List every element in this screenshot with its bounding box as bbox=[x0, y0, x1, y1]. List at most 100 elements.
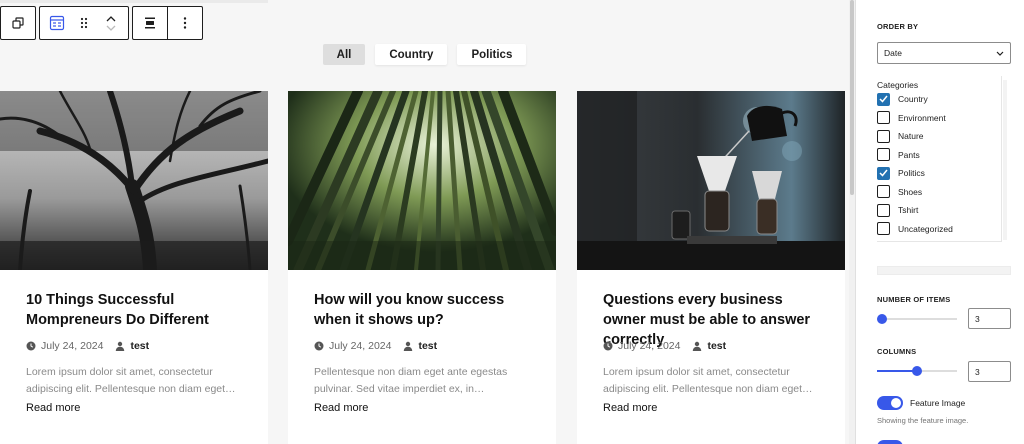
slider-thumb[interactable] bbox=[877, 314, 887, 324]
block-toolbar bbox=[0, 6, 203, 40]
check-icon bbox=[879, 95, 888, 103]
slider-fill bbox=[877, 370, 917, 372]
order-by-select[interactable]: Date bbox=[877, 42, 1011, 64]
chevron-up-icon bbox=[106, 15, 116, 21]
number-of-items-slider[interactable] bbox=[877, 311, 957, 327]
more-options-button[interactable] bbox=[168, 7, 202, 39]
toolbar-group-parent bbox=[0, 6, 36, 40]
tree-photo bbox=[0, 91, 268, 270]
feature-image-toggle[interactable] bbox=[877, 396, 903, 410]
post-title[interactable]: Questions every business owner must be a… bbox=[603, 290, 819, 348]
feature-image-help: Showing the feature image. bbox=[877, 416, 969, 425]
checkbox[interactable] bbox=[877, 203, 890, 217]
filter-all[interactable]: All bbox=[322, 44, 366, 65]
slider-track bbox=[877, 318, 957, 320]
toolbar-group-block bbox=[39, 6, 129, 40]
post-feature-image[interactable] bbox=[288, 91, 556, 270]
columns-label: COLUMNS bbox=[877, 347, 917, 356]
user-icon bbox=[404, 341, 413, 351]
checkbox[interactable] bbox=[877, 166, 890, 180]
post-excerpt: Lorem ipsum dolor sit amet, consectetur … bbox=[26, 366, 236, 395]
post-title[interactable]: 10 Things Successful Mompreneurs Do Diff… bbox=[26, 290, 242, 330]
order-by-value: Date bbox=[884, 48, 902, 58]
block-type-button[interactable] bbox=[40, 7, 74, 39]
post-excerpt: Pellentesque non diam eget ante egestas … bbox=[314, 366, 508, 395]
post-date: July 24, 2024 bbox=[41, 340, 104, 352]
post-feature-image[interactable] bbox=[0, 91, 268, 270]
chevron-down-icon bbox=[106, 25, 116, 31]
post-meta: July 24, 2024 test bbox=[603, 340, 819, 352]
number-of-items-label: NUMBER OF ITEMS bbox=[877, 295, 951, 304]
canvas-top-edge bbox=[0, 0, 268, 3]
post-card: How will you know success when it shows … bbox=[288, 91, 556, 444]
post-date: July 24, 2024 bbox=[329, 340, 392, 352]
category-label: Pants bbox=[898, 149, 920, 160]
slider-thumb[interactable] bbox=[912, 366, 922, 376]
post-card: Questions every business owner must be a… bbox=[577, 91, 845, 444]
category-label: Country bbox=[898, 94, 928, 105]
category-checkbox-country[interactable]: Country bbox=[877, 90, 1001, 109]
category-checkbox-nature[interactable]: Nature bbox=[877, 127, 1001, 146]
categories-label: Categories bbox=[877, 80, 919, 90]
post-author[interactable]: test bbox=[130, 340, 149, 352]
clock-icon bbox=[603, 341, 613, 351]
post-card: 10 Things Successful Mompreneurs Do Diff… bbox=[0, 91, 268, 444]
toggle-knob bbox=[891, 398, 901, 408]
select-parent-button[interactable] bbox=[1, 7, 35, 39]
number-of-items-input[interactable]: 3 bbox=[968, 308, 1011, 329]
order-by-label: ORDER BY bbox=[877, 22, 919, 31]
coffee-bar-photo bbox=[577, 91, 845, 270]
category-label: Uncategorized bbox=[898, 223, 953, 234]
post-meta: July 24, 2024 test bbox=[26, 340, 242, 352]
editor-canvas: All Country Politics 10 Things Successfu… bbox=[0, 0, 849, 444]
user-icon bbox=[693, 341, 702, 351]
category-checkbox-pants[interactable]: Pants bbox=[877, 146, 1001, 165]
read-more-link[interactable]: Read more bbox=[314, 402, 368, 414]
user-icon bbox=[116, 341, 125, 351]
post-author[interactable]: test bbox=[707, 340, 726, 352]
category-checkbox-shoes[interactable]: Shoes bbox=[877, 183, 1001, 202]
next-toggle[interactable] bbox=[877, 440, 903, 444]
post-excerpt: Lorem ipsum dolor sit amet, consectetur … bbox=[603, 366, 813, 395]
categories-scrollbar[interactable] bbox=[1003, 80, 1007, 240]
post-author[interactable]: test bbox=[418, 340, 437, 352]
checkbox[interactable] bbox=[877, 111, 890, 125]
category-label: Environment bbox=[898, 112, 946, 123]
category-checkbox-tshirt[interactable]: Tshirt bbox=[877, 201, 1001, 220]
checkbox[interactable] bbox=[877, 148, 890, 162]
post-meta: July 24, 2024 test bbox=[314, 340, 530, 352]
categories-list: Categories Country Environment Nature Pa… bbox=[877, 76, 1002, 242]
category-checkbox-politics[interactable]: Politics bbox=[877, 164, 1001, 183]
drag-handle[interactable] bbox=[74, 7, 94, 39]
category-checkbox-environment[interactable]: Environment bbox=[877, 109, 1001, 128]
move-up-down-button[interactable] bbox=[94, 7, 128, 39]
category-checkbox-uncategorized[interactable]: Uncategorized bbox=[877, 220, 1001, 239]
columns-slider[interactable] bbox=[877, 363, 957, 379]
category-label: Nature bbox=[898, 131, 924, 142]
align-center-icon bbox=[145, 17, 155, 29]
checkbox[interactable] bbox=[877, 92, 890, 106]
columns-input[interactable]: 3 bbox=[968, 361, 1011, 382]
filter-politics[interactable]: Politics bbox=[457, 44, 527, 65]
checkbox[interactable] bbox=[877, 185, 890, 199]
align-button[interactable] bbox=[133, 7, 167, 39]
post-feature-image[interactable] bbox=[577, 91, 845, 270]
duplicate-icon bbox=[12, 17, 24, 29]
filter-country[interactable]: Country bbox=[375, 44, 448, 65]
more-vertical-icon bbox=[183, 17, 187, 29]
canvas-scrollbar-thumb[interactable] bbox=[850, 0, 854, 195]
read-more-link[interactable]: Read more bbox=[603, 402, 657, 414]
categories-items: Country Environment Nature Pants Politic… bbox=[877, 90, 1001, 238]
category-label: Shoes bbox=[898, 186, 923, 197]
category-filter-bar: All Country Politics bbox=[0, 44, 849, 65]
settings-sidebar: ORDER BY Date Categories Country Environ… bbox=[855, 0, 1024, 444]
check-icon bbox=[879, 169, 888, 177]
grid-block-icon bbox=[49, 15, 65, 31]
chevron-down-icon bbox=[996, 51, 1004, 56]
checkbox[interactable] bbox=[877, 129, 890, 143]
checkbox[interactable] bbox=[877, 222, 890, 236]
category-label: Politics bbox=[898, 168, 925, 179]
post-title[interactable]: How will you know success when it shows … bbox=[314, 290, 530, 330]
categories-horizontal-scrollbar[interactable] bbox=[877, 266, 1011, 275]
read-more-link[interactable]: Read more bbox=[26, 402, 80, 414]
